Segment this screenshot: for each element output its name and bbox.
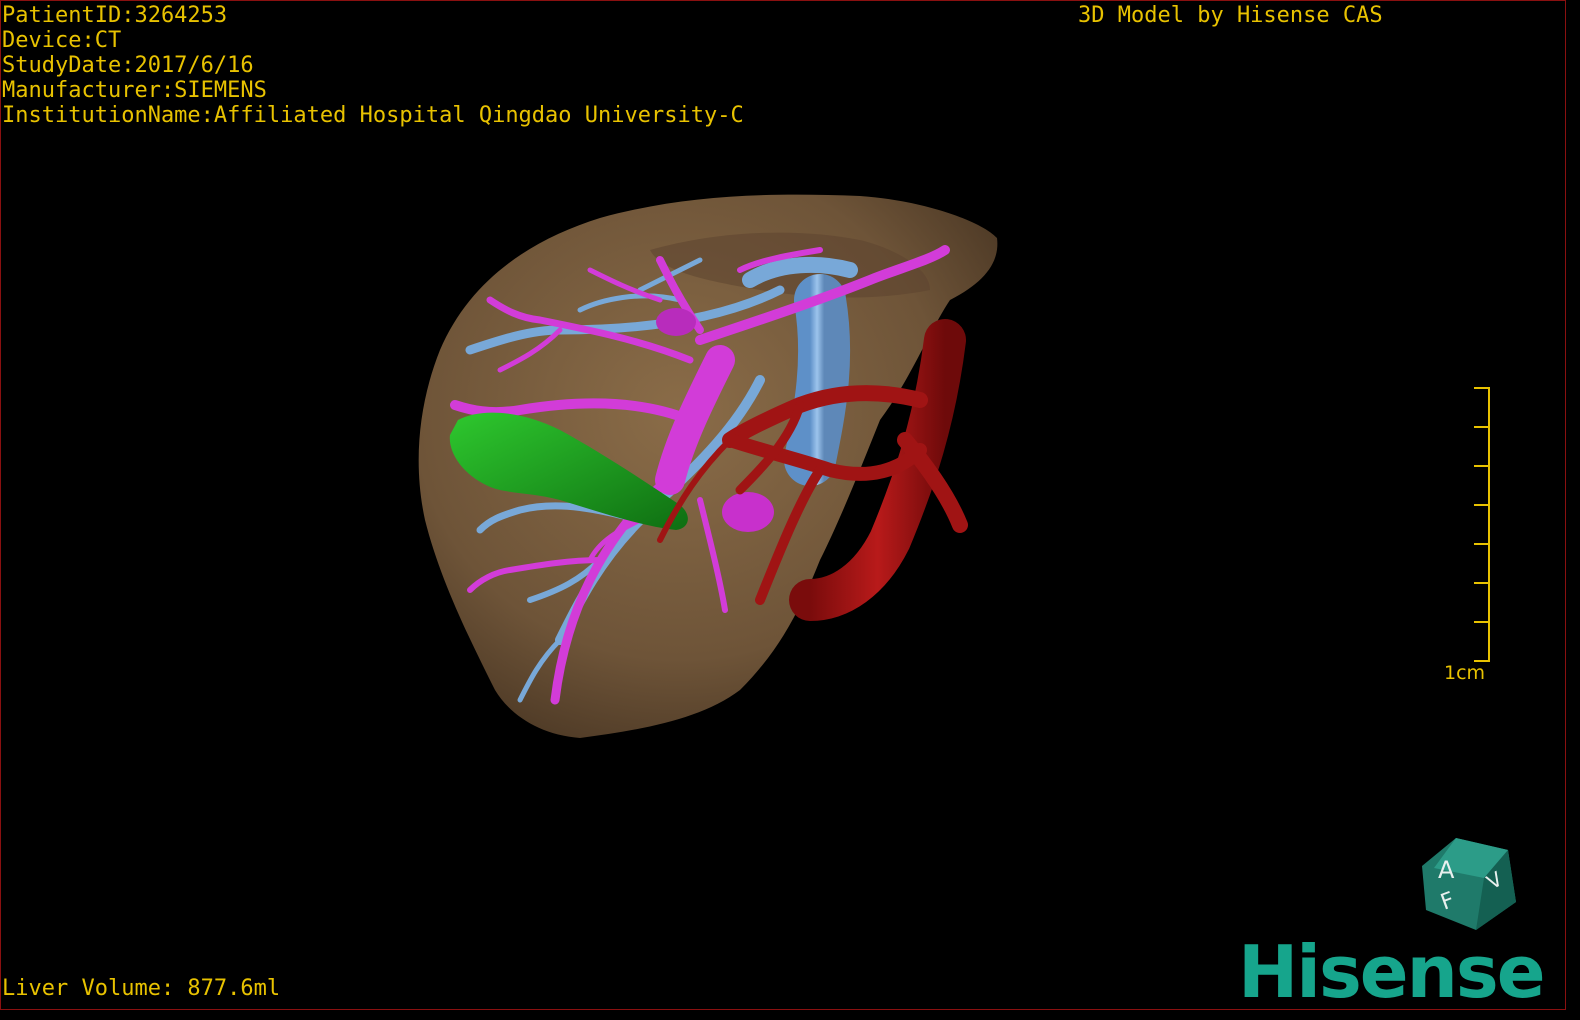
liver-volume-text: Liver Volume: 877.6ml xyxy=(2,976,281,1001)
3d-model-viewport[interactable] xyxy=(0,0,1566,1010)
cube-face-a: A xyxy=(1438,856,1455,884)
portal-vein-confluence xyxy=(722,492,774,532)
portal-vein-branch-node xyxy=(656,308,696,336)
hisense-logo: Hisense xyxy=(1238,930,1546,1014)
scale-bar-label: 1cm xyxy=(1444,662,1486,684)
scale-bar xyxy=(1474,387,1490,662)
orientation-cube[interactable]: A F V xyxy=(1414,830,1524,940)
